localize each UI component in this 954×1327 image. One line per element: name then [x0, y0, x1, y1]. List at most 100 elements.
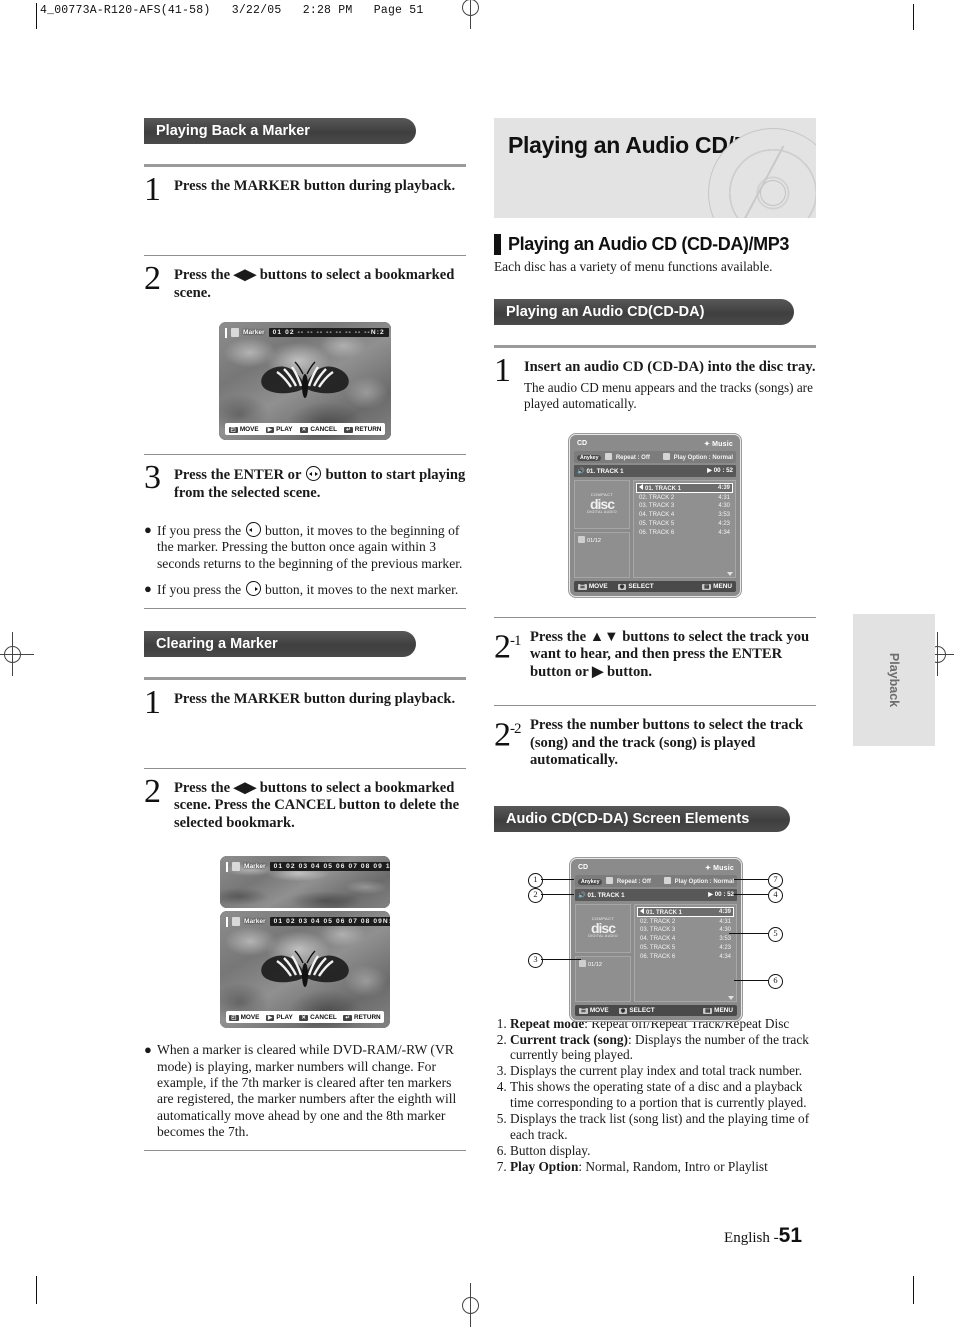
marker-numbers: 01 02 03 04 05 06 07 08 09 N:9	[269, 917, 390, 927]
marker-numbers: 01 02 03 04 05 06 07 08 09 10 N:10	[269, 862, 390, 872]
callout-6: 6	[768, 973, 783, 989]
anykey-chip: Anykey	[577, 454, 602, 461]
desc-item-7: Play Option: Normal, Random, Intro or Pl…	[510, 1159, 816, 1175]
track-list-item: 04. TRACK 4 3:53	[639, 512, 730, 519]
osd-footer-buttons: ☰ MOVE ◉ SELECT ▤ MENU	[575, 1004, 737, 1016]
osd-repeat-group: Anykey Repeat : Off	[577, 452, 650, 461]
repeat-icon	[605, 452, 613, 460]
play-option-icon	[663, 876, 671, 884]
butterfly-icon	[261, 950, 349, 987]
compact-disc-logo-icon: COMPACT disc DIGITAL AUDIO	[588, 916, 618, 939]
section-title: Clearing a Marker	[144, 630, 416, 657]
osd-button-return: ↵ RETURN	[344, 425, 382, 433]
speaker-icon	[640, 907, 644, 914]
osd-play-option-group: Play Option : Normal	[662, 452, 733, 461]
step-2-playback-marker: 2 Press the ◀▶ buttons to select a bookm…	[144, 256, 466, 312]
cd-osd-screenshot-wrapper: CD ✦ Music Anykey Repeat : Off Play Opti…	[494, 433, 816, 597]
step-text: Press the MARKER button during playback.	[174, 178, 456, 194]
desc-item-4: This shows the operating state of a disc…	[510, 1079, 816, 1110]
divider	[144, 607, 466, 609]
step-number: 1	[144, 683, 161, 721]
tv-screenshot-markers-nine: Marker 01 02 03 04 05 06 07 08 09 N:9 ◰M…	[220, 911, 390, 1029]
left-column: Playing Back a Marker 1 Press the MARKER…	[144, 118, 466, 1151]
section-header-playing-audio-cd: Playing an Audio CD(CD-DA)	[494, 299, 816, 331]
osd-play-option-label: Play Option : Normal	[674, 878, 734, 885]
callout-1: 1	[528, 872, 543, 888]
step-number: 2	[144, 772, 161, 810]
osd-button-menu: ▤ MENU	[702, 582, 732, 590]
callout-4-leader	[734, 894, 768, 895]
scroll-down-icon	[727, 571, 733, 576]
tv-screenshot-marker-playback: Marker 01 02 -- -- -- -- -- -- -- -- N:2…	[219, 322, 391, 440]
track-list-item: 03. TRACK 3 4:30	[639, 503, 730, 510]
callout-5: 5	[768, 926, 783, 942]
track-list-item: 04. TRACK 4 3:53	[640, 936, 731, 943]
step-number: 2	[144, 260, 161, 297]
osd-button-bar: ◰ MOVE ▶ PLAY ✕ CANCEL ↵ RETURN	[226, 1011, 384, 1024]
step-text: Press the MARKER button during playback.	[174, 690, 456, 707]
next-button-icon	[245, 581, 261, 597]
heading-text: Playing an Audio CD (CD-DA)/MP3	[508, 234, 789, 254]
heading-tick-icon	[494, 234, 501, 255]
section-title: Audio CD(CD-DA) Screen Elements	[494, 805, 790, 832]
osd-body: COMPACT disc DIGITAL AUDIO 01/12 01. TRA…	[574, 479, 736, 578]
step-number: 2-1	[494, 627, 521, 665]
osd-index-box: 01/12	[575, 955, 631, 1002]
osd-play-option-group: Play Option : Normal	[663, 876, 734, 885]
osd-index: 01/12	[587, 537, 601, 544]
registration-mark-top	[457, 0, 483, 29]
right-column: Playing an Audio CD/MP3 Playing an Audio…	[494, 118, 816, 1175]
osd-info-row: Anykey Repeat : Off Play Option : Normal	[575, 874, 737, 887]
cd-osd-screenshot: CD ✦ Music Anykey Repeat : Off Play Opti…	[569, 433, 741, 597]
side-tab-playback: Playback	[853, 614, 935, 746]
section-header-screen-elements: Audio CD(CD-DA) Screen Elements	[494, 805, 816, 838]
osd-current-track-row: 🔊 01. TRACK 1 ▶ 00 : 52	[574, 464, 736, 477]
track-list-item: 02. TRACK 2 4:31	[640, 918, 731, 925]
osd-track-list: 01. TRACK 1 4:39 02. TRACK 2 4:31 03. TRAC…	[633, 479, 736, 578]
step-number: 1	[494, 352, 511, 389]
heading-lead-text: Each disc has a variety of menu function…	[494, 259, 773, 274]
step-text: Press the ◀▶ buttons to select a bookmar…	[174, 779, 460, 831]
step-number: 1	[144, 171, 161, 208]
trim-line-top-right	[913, 4, 914, 30]
step-text: Press the ▲▼ buttons to select the track…	[530, 628, 810, 680]
marker-label: Marker	[244, 918, 266, 926]
marker-numbers: 01 02 -- -- -- -- -- -- -- -- N:2	[268, 328, 389, 337]
step-number: 3	[144, 459, 161, 496]
marker-osd-bar: Marker 01 02 -- -- -- -- -- -- -- -- N:2	[225, 327, 389, 338]
osd-button-select: ◉ SELECT	[617, 582, 654, 590]
marker-bullets: ● If you press the button, it moves to t…	[144, 522, 466, 599]
osd-button-play: ▶ PLAY	[266, 1013, 293, 1021]
marker-icon	[231, 328, 239, 337]
osd-index: 01/12	[588, 961, 602, 968]
step-3-playback-marker: 3 Press the ENTER or button to start pla…	[144, 455, 466, 512]
osd-button-move: ☰ MOVE	[578, 582, 608, 590]
osd-body: COMPACT disc DIGITAL AUDIO 01/12 01. TRA…	[575, 903, 737, 1002]
callout-2-leader	[541, 894, 574, 895]
osd-button-menu: ▤ MENU	[703, 1006, 733, 1014]
osd-left-pane: COMPACT disc DIGITAL AUDIO 01/12	[575, 903, 631, 1002]
callout-3-leader	[541, 959, 581, 960]
header-rule	[36, 3, 37, 29]
enter-button-icon	[305, 466, 321, 481]
callout-4: 4	[768, 887, 783, 903]
osd-footer-buttons: ☰ MOVE ◉ SELECT ▤ MENU	[574, 580, 736, 592]
osd-title-row: CD ✦ Music	[575, 863, 737, 875]
compact-disc-logo-icon: COMPACT disc DIGITAL AUDIO	[587, 492, 617, 515]
print-header: 4_00773A-R120-AFS(41-58) 3/22/05 2:28 PM…	[40, 4, 424, 17]
track-list-item: 06. TRACK 6 4:34	[640, 953, 731, 960]
step-note: The audio CD menu appears and the tracks…	[524, 379, 813, 411]
track-list-item: 03. TRACK 3 4:30	[640, 927, 731, 934]
osd-info-row: Anykey Repeat : Off Play Option : Normal	[574, 450, 736, 463]
bullet-previous-marker: ● If you press the button, it moves to t…	[144, 522, 463, 571]
trim-line-bottom-right	[913, 1276, 914, 1304]
desc-item-3: Displays the current play index and tota…	[510, 1063, 816, 1079]
butterfly-icon	[261, 361, 349, 399]
clearing-marker-bullets: ● When a marker is cleared while DVD-RAM…	[144, 1042, 466, 1140]
marker-osd-bar: Marker 01 02 03 04 05 06 07 08 09 N:9	[226, 916, 390, 927]
prev-button-icon	[245, 522, 261, 537]
marker-icon	[232, 917, 240, 927]
callout-6-leader	[734, 980, 768, 981]
desc-item-2: Current track (song): Displays the numbe…	[510, 1032, 816, 1063]
osd-disc-logo-box: COMPACT disc DIGITAL AUDIO	[574, 479, 630, 529]
